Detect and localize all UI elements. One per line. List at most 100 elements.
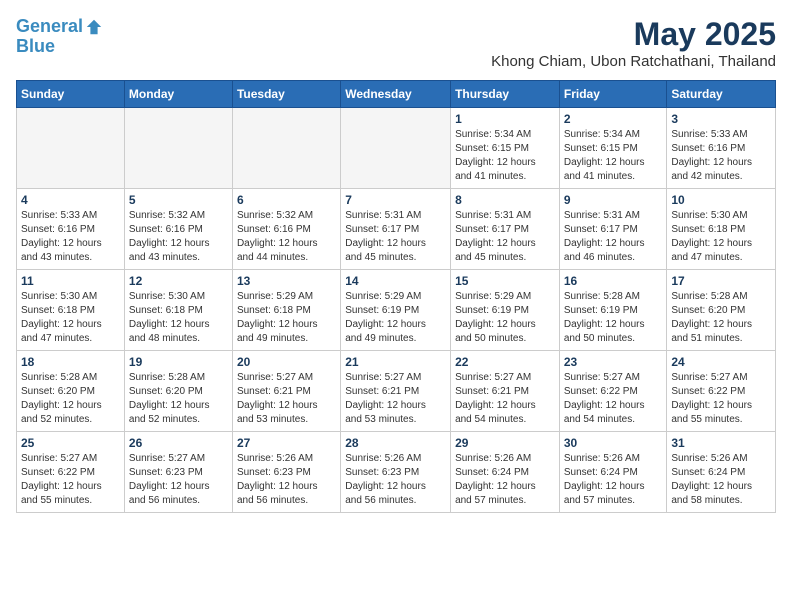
calendar-cell: 31Sunrise: 5:26 AM Sunset: 6:24 PM Dayli… [667,432,776,513]
week-row-4: 18 Sunrise: 5:28 AM Sunset: 6:20 PM Dayli… [17,351,776,432]
day-number: 28 [345,436,446,450]
calendar-cell: 26 Sunrise: 5:27 AM Sunset: 6:23 PM Dayli… [124,432,232,513]
day-number: 9 [564,193,663,207]
day-number: 29 [455,436,555,450]
calendar-cell: 28 Sunrise: 5:26 AM Sunset: 6:23 PM Dayli… [341,432,451,513]
day-number: 13 [237,274,336,288]
day-info: Sunrise: 5:26 AM Sunset: 6:23 PM Dayligh… [345,452,446,508]
day-info: Sunrise: 5:31 AM Sunset: 6:17 PM Dayligh… [345,209,446,265]
day-number: 25 [21,436,120,450]
day-info: Sunrise: 5:27 AM Sunset: 6:22 PM Dayligh… [21,452,120,508]
calendar-cell: 10 Sunrise: 5:30 AM Sunset: 6:18 PM Dayli… [667,189,776,270]
calendar-cell: 15 Sunrise: 5:29 AM Sunset: 6:19 PM Dayli… [451,270,560,351]
calendar-cell: 19Sunrise: 5:28 AM Sunset: 6:20 PM Dayli… [124,351,232,432]
calendar-cell: 14 Sunrise: 5:29 AM Sunset: 6:19 PM Dayli… [341,270,451,351]
day-number: 30 [564,436,663,450]
day-info: Sunrise: 5:34 AM Sunset: 6:15 PM Dayligh… [455,128,555,184]
calendar-cell [17,108,125,189]
weekday-header-friday: Friday [559,81,667,108]
calendar-cell: 1 Sunrise: 5:34 AM Sunset: 6:15 PM Daylig… [451,108,560,189]
weekday-header-monday: Monday [124,81,232,108]
day-info: Sunrise: 5:27 AM Sunset: 6:21 PM Dayligh… [345,371,446,427]
day-info: Sunrise: 5:27 AM Sunset: 6:21 PM Dayligh… [237,371,336,427]
day-number: 24 [671,355,771,369]
day-info: Sunrise: 5:29 AM Sunset: 6:19 PM Dayligh… [455,290,555,346]
calendar-cell: 16 Sunrise: 5:28 AM Sunset: 6:19 PM Dayli… [559,270,667,351]
day-number: 8 [455,193,555,207]
week-row-5: 25 Sunrise: 5:27 AM Sunset: 6:22 PM Dayli… [17,432,776,513]
day-number: 12 [129,274,228,288]
calendar-cell: 3 Sunrise: 5:33 AM Sunset: 6:16 PM Daylig… [667,108,776,189]
day-number: 2 [564,112,663,126]
day-number: 15 [455,274,555,288]
day-info: Sunrise: 5:30 AM Sunset: 6:18 PM Dayligh… [21,290,120,346]
calendar-cell: 23Sunrise: 5:27 AM Sunset: 6:22 PM Dayli… [559,351,667,432]
day-info: Sunrise: 5:27 AM Sunset: 6:21 PM Dayligh… [455,371,555,427]
calendar-cell: 18 Sunrise: 5:28 AM Sunset: 6:20 PM Dayli… [17,351,125,432]
calendar-cell: 17Sunrise: 5:28 AM Sunset: 6:20 PM Dayli… [667,270,776,351]
calendar-cell: 12 Sunrise: 5:30 AM Sunset: 6:18 PM Dayli… [124,270,232,351]
day-number: 18 [21,355,120,369]
day-number: 20 [237,355,336,369]
day-info: Sunrise: 5:26 AM Sunset: 6:23 PM Dayligh… [237,452,336,508]
day-number: 14 [345,274,446,288]
calendar-cell: 20 Sunrise: 5:27 AM Sunset: 6:21 PM Dayli… [232,351,340,432]
calendar-cell: 2 Sunrise: 5:34 AM Sunset: 6:15 PM Daylig… [559,108,667,189]
day-info: Sunrise: 5:28 AM Sunset: 6:20 PM Dayligh… [671,290,771,346]
day-number: 16 [564,274,663,288]
calendar-cell: 11Sunrise: 5:30 AM Sunset: 6:18 PM Dayli… [17,270,125,351]
logo: General Blue [16,16,105,57]
day-info: Sunrise: 5:32 AM Sunset: 6:16 PM Dayligh… [129,209,228,265]
weekday-header-thursday: Thursday [451,81,560,108]
day-info: Sunrise: 5:27 AM Sunset: 6:22 PM Dayligh… [671,371,771,427]
weekday-header-wednesday: Wednesday [341,81,451,108]
logo-text2: Blue [16,36,105,58]
weekday-header-row: SundayMondayTuesdayWednesdayThursdayFrid… [17,81,776,108]
day-info: Sunrise: 5:29 AM Sunset: 6:19 PM Dayligh… [345,290,446,346]
month-title: May 2025 [491,16,776,53]
day-number: 5 [129,193,228,207]
day-info: Sunrise: 5:27 AM Sunset: 6:23 PM Dayligh… [129,452,228,508]
calendar-cell: 27Sunrise: 5:26 AM Sunset: 6:23 PM Dayli… [232,432,340,513]
day-info: Sunrise: 5:27 AM Sunset: 6:22 PM Dayligh… [564,371,663,427]
calendar-cell [232,108,340,189]
day-info: Sunrise: 5:26 AM Sunset: 6:24 PM Dayligh… [671,452,771,508]
week-row-1: 1 Sunrise: 5:34 AM Sunset: 6:15 PM Daylig… [17,108,776,189]
calendar-cell: 29 Sunrise: 5:26 AM Sunset: 6:24 PM Dayli… [451,432,560,513]
calendar-cell: 25 Sunrise: 5:27 AM Sunset: 6:22 PM Dayli… [17,432,125,513]
calendar-table: SundayMondayTuesdayWednesdayThursdayFrid… [16,80,776,513]
day-info: Sunrise: 5:26 AM Sunset: 6:24 PM Dayligh… [455,452,555,508]
day-number: 6 [237,193,336,207]
day-info: Sunrise: 5:29 AM Sunset: 6:18 PM Dayligh… [237,290,336,346]
day-number: 10 [671,193,771,207]
week-row-2: 4Sunrise: 5:33 AM Sunset: 6:16 PM Daylig… [17,189,776,270]
calendar-cell: 24 Sunrise: 5:27 AM Sunset: 6:22 PM Dayli… [667,351,776,432]
calendar-cell [124,108,232,189]
weekday-header-tuesday: Tuesday [232,81,340,108]
day-info: Sunrise: 5:34 AM Sunset: 6:15 PM Dayligh… [564,128,663,184]
location: Khong Chiam, Ubon Ratchathani, Thailand [491,53,776,70]
calendar-cell: 5 Sunrise: 5:32 AM Sunset: 6:16 PM Daylig… [124,189,232,270]
day-info: Sunrise: 5:30 AM Sunset: 6:18 PM Dayligh… [671,209,771,265]
day-info: Sunrise: 5:28 AM Sunset: 6:19 PM Dayligh… [564,290,663,346]
calendar-cell: 30Sunrise: 5:26 AM Sunset: 6:24 PM Dayli… [559,432,667,513]
day-number: 3 [671,112,771,126]
day-number: 7 [345,193,446,207]
calendar-cell: 13 Sunrise: 5:29 AM Sunset: 6:18 PM Dayli… [232,270,340,351]
day-number: 1 [455,112,555,126]
calendar-cell [341,108,451,189]
day-info: Sunrise: 5:31 AM Sunset: 6:17 PM Dayligh… [455,209,555,265]
calendar-cell: 21Sunrise: 5:27 AM Sunset: 6:21 PM Dayli… [341,351,451,432]
weekday-header-sunday: Sunday [17,81,125,108]
day-info: Sunrise: 5:33 AM Sunset: 6:16 PM Dayligh… [671,128,771,184]
calendar-cell: 4Sunrise: 5:33 AM Sunset: 6:16 PM Daylig… [17,189,125,270]
calendar-cell: 9Sunrise: 5:31 AM Sunset: 6:17 PM Daylig… [559,189,667,270]
day-number: 22 [455,355,555,369]
week-row-3: 11Sunrise: 5:30 AM Sunset: 6:18 PM Dayli… [17,270,776,351]
day-info: Sunrise: 5:28 AM Sunset: 6:20 PM Dayligh… [21,371,120,427]
day-number: 26 [129,436,228,450]
day-info: Sunrise: 5:33 AM Sunset: 6:16 PM Dayligh… [21,209,120,265]
day-info: Sunrise: 5:28 AM Sunset: 6:20 PM Dayligh… [129,371,228,427]
day-info: Sunrise: 5:30 AM Sunset: 6:18 PM Dayligh… [129,290,228,346]
calendar-cell: 8 Sunrise: 5:31 AM Sunset: 6:17 PM Daylig… [451,189,560,270]
